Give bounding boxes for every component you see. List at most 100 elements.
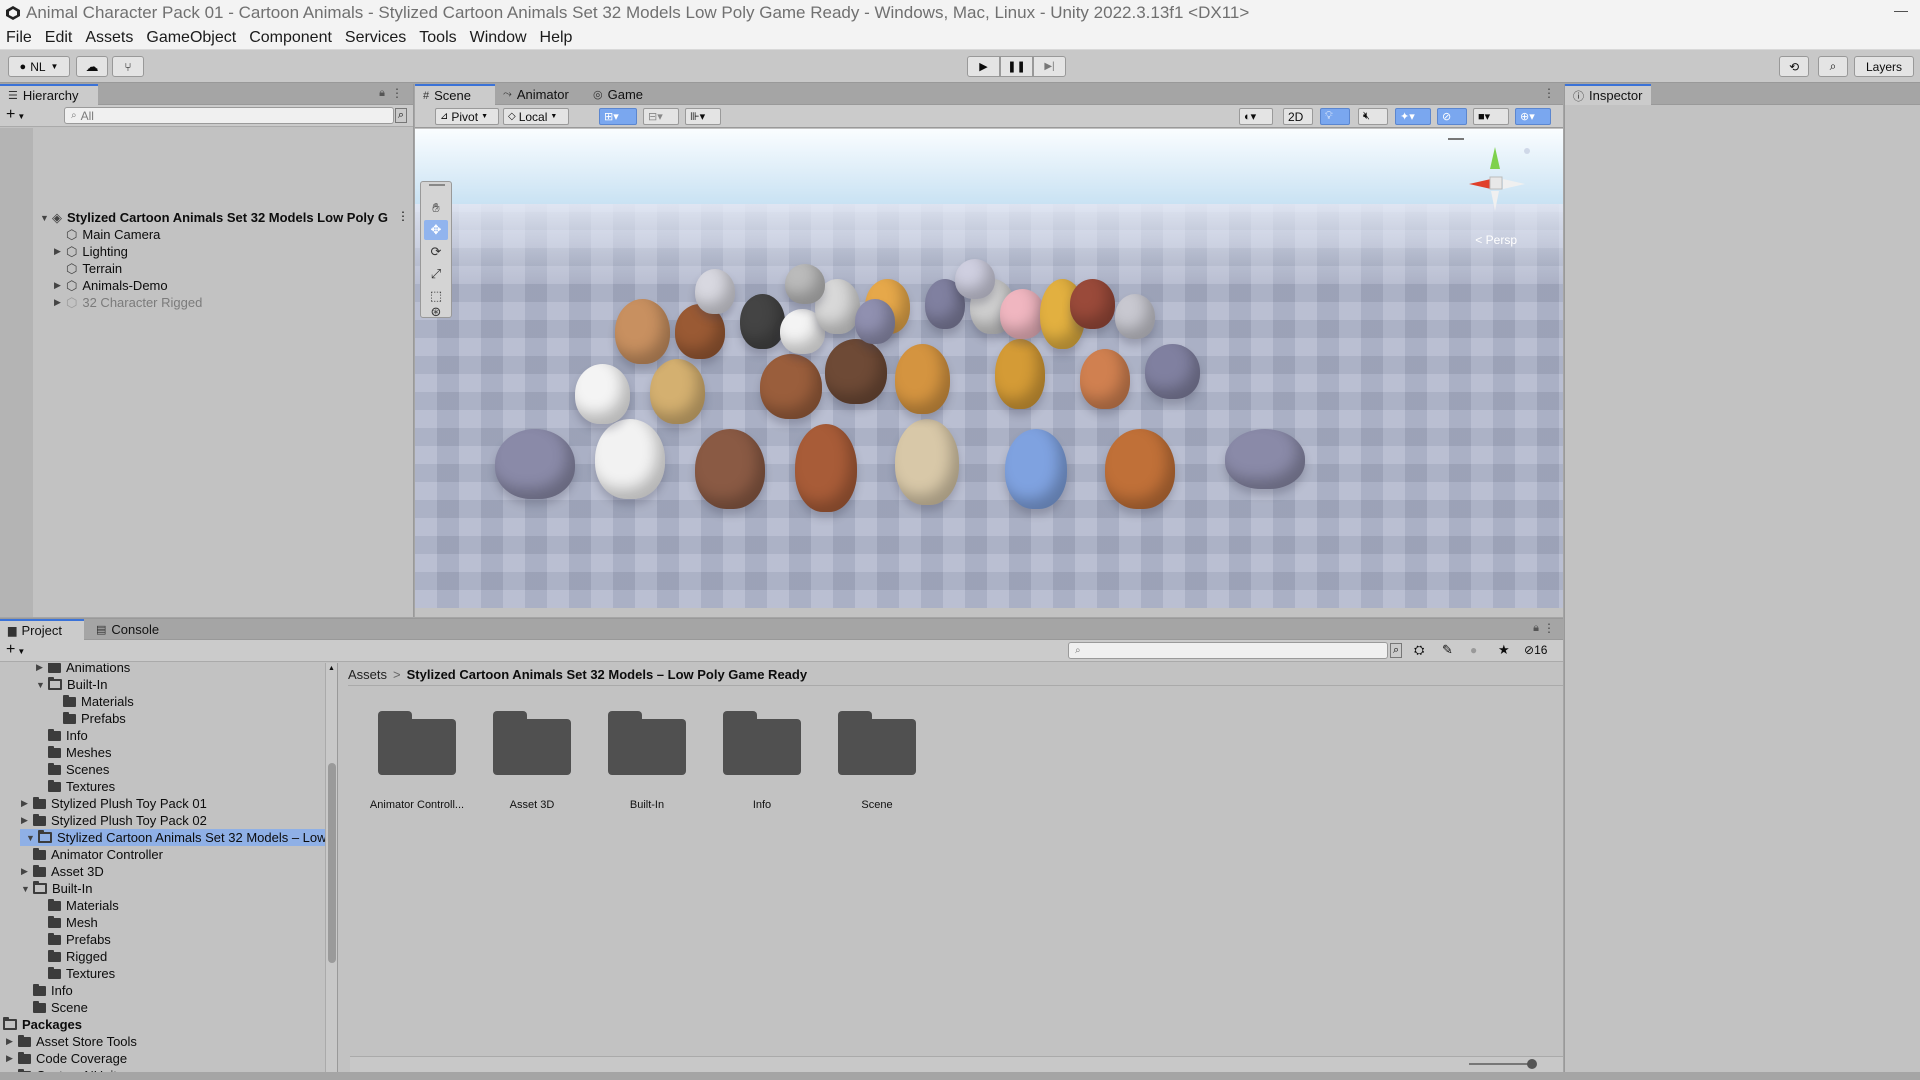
move-tool-button[interactable]: ✥ <box>424 220 448 240</box>
hierarchy-row[interactable]: ▶ ⬡ Lighting <box>54 243 128 260</box>
hierarchy-row[interactable]: ⬡ Terrain <box>54 260 122 277</box>
animal-model[interactable] <box>1000 289 1045 339</box>
expand-arrow-down-icon[interactable]: ▼ <box>26 833 38 843</box>
expand-arrow-right-icon[interactable]: ▶ <box>21 815 33 826</box>
expand-arrow-right-icon[interactable]: ▶ <box>54 280 66 291</box>
layers-dropdown[interactable]: Layers <box>1854 56 1914 77</box>
expand-arrow-right-icon[interactable]: ▶ <box>6 1036 18 1047</box>
project-tree-row[interactable]: ▶ Stylized Plush Toy Pack 02 <box>21 812 207 829</box>
expand-arrow-right-icon[interactable]: ▶ <box>6 1053 18 1064</box>
animal-model[interactable] <box>895 419 959 505</box>
project-tree-row[interactable]: Textures <box>48 778 115 795</box>
animal-model[interactable] <box>595 419 665 499</box>
camera-dropdown[interactable]: ■▾ <box>1473 108 1509 125</box>
animal-model[interactable] <box>695 429 765 509</box>
animal-model[interactable] <box>785 264 825 304</box>
hierarchy-row[interactable]: ▶ ⬡ Animals-Demo <box>54 277 168 294</box>
animal-model[interactable] <box>575 364 630 424</box>
search-by-type-icon[interactable]: ⌕ <box>1390 643 1403 658</box>
cloud-button[interactable]: ☁ <box>76 56 108 77</box>
animal-model[interactable] <box>650 359 705 424</box>
play-button[interactable]: ▶ <box>967 56 1000 77</box>
asset-folder-tile[interactable]: Info <box>712 711 812 811</box>
overlay-drag-handle[interactable] <box>429 184 445 186</box>
transform-tool-button[interactable]: ⊛ <box>424 302 448 322</box>
create-add-button[interactable]: + ▼ <box>6 106 25 124</box>
animal-model[interactable] <box>1070 279 1115 329</box>
hierarchy-search-input[interactable]: ⌕ All <box>64 107 394 124</box>
project-tree-row[interactable]: Prefabs <box>48 931 111 948</box>
animal-model[interactable] <box>495 429 575 499</box>
project-tree-row[interactable]: ▼Packages <box>3 1016 82 1033</box>
menu-assets[interactable]: Assets <box>85 29 133 47</box>
menu-gameobject[interactable]: GameObject <box>146 29 236 47</box>
breadcrumb-current[interactable]: Stylized Cartoon Animals Set 32 Models –… <box>407 667 807 682</box>
undo-history-button[interactable]: ⟲ <box>1779 56 1809 77</box>
breadcrumb-assets[interactable]: Assets <box>348 667 387 682</box>
kebab-menu-icon[interactable]: ⋮ <box>391 86 403 100</box>
project-tree-row[interactable]: Info <box>33 982 73 999</box>
animal-model[interactable] <box>895 344 950 414</box>
minimize-button[interactable]: — <box>1894 2 1908 18</box>
animal-model[interactable] <box>740 294 785 349</box>
tab-game[interactable]: ◎ Game <box>585 84 655 105</box>
account-dropdown[interactable]: ● NL ▼ <box>8 56 70 77</box>
expand-arrow-right-icon[interactable]: ▶ <box>21 866 33 877</box>
audio-toggle[interactable]: 🔇︎ <box>1358 108 1388 125</box>
project-tree-row[interactable]: ▶ Asset Store Tools <box>6 1033 137 1050</box>
scroll-up-arrow-icon[interactable]: ▲ <box>328 665 335 672</box>
expand-arrow-down-icon[interactable]: ▼ <box>40 213 52 223</box>
expand-arrow-right-icon[interactable]: ▶ <box>54 297 66 308</box>
expand-arrow-right-icon[interactable]: ▶ <box>36 663 48 673</box>
lighting-toggle[interactable]: 💡︎ <box>1320 108 1350 125</box>
animal-model[interactable] <box>855 299 895 344</box>
tab-hierarchy[interactable]: ☰ Hierarchy <box>0 84 98 105</box>
project-tree-row[interactable]: Materials <box>63 693 134 710</box>
mode-2d-toggle[interactable]: 2D <box>1283 108 1313 125</box>
animal-model[interactable] <box>1115 294 1155 339</box>
hierarchy-row[interactable]: ⬡ Main Camera <box>54 226 160 243</box>
icon-size-slider-thumb[interactable] <box>1527 1059 1537 1069</box>
filter-by-label-icon[interactable]: ✎ <box>1442 642 1453 658</box>
scene-visibility-toggle[interactable]: ⊘ <box>1437 108 1467 125</box>
asset-folder-tile[interactable]: Asset 3D <box>482 711 582 811</box>
expand-arrow-right-icon[interactable]: ▶ <box>21 798 33 809</box>
snap-increment-dropdown[interactable]: ⊟▾ <box>643 108 679 125</box>
tree-scrollbar-thumb[interactable] <box>328 763 336 963</box>
filter-log-icon[interactable]: ● <box>1470 643 1477 657</box>
project-tree-row[interactable]: ▼ Built-In <box>36 676 107 693</box>
tab-project[interactable]: ▆ Project <box>0 619 84 640</box>
tab-inspector[interactable]: ⓘ Inspector <box>1565 84 1651 105</box>
expand-arrow-down-icon[interactable]: ▼ <box>36 680 48 690</box>
pause-button[interactable]: ❚❚ <box>1000 56 1033 77</box>
animal-model[interactable] <box>795 424 857 512</box>
animal-model[interactable] <box>1145 344 1200 399</box>
favorite-star-icon[interactable]: ★ <box>1498 642 1510 658</box>
lock-icon[interactable]: 🔒︎ <box>379 87 385 100</box>
project-tree-row[interactable]: ▶ Animations <box>36 663 130 676</box>
project-tree-row[interactable]: Mesh <box>48 914 98 931</box>
effects-dropdown[interactable]: ✦▾ <box>1395 108 1431 125</box>
expand-arrow-right-icon[interactable]: ▶ <box>54 246 66 257</box>
gizmos-dropdown[interactable]: ⊕▾ <box>1515 108 1551 125</box>
animal-model[interactable] <box>760 354 822 419</box>
asset-folder-tile[interactable]: Built-In <box>597 711 697 811</box>
search-by-type-icon[interactable]: ⌕ <box>394 108 407 123</box>
local-dropdown[interactable]: ◇ Local ▼ <box>503 108 569 125</box>
kebab-menu-icon[interactable]: ⋮ <box>1543 621 1555 635</box>
animal-model[interactable] <box>955 259 995 299</box>
pivot-dropdown[interactable]: ⊿ Pivot ▼ <box>435 108 499 125</box>
scale-tool-button[interactable]: ⤢ <box>424 264 448 284</box>
project-tree-row[interactable]: ▼ Stylized Cartoon Animals Set 32 Models … <box>20 829 337 846</box>
animal-model[interactable] <box>1005 429 1067 509</box>
animal-model[interactable] <box>615 299 670 364</box>
project-tree-row[interactable]: Scenes <box>48 761 109 778</box>
tree-scrollbar[interactable]: ▲ ▼ <box>325 663 337 1080</box>
project-tree-row[interactable]: ▶ Stylized Plush Toy Pack 01 <box>21 795 207 812</box>
hierarchy-row[interactable]: ▼ ◈ Stylized Cartoon Animals Set 32 Models… <box>40 209 388 226</box>
step-button[interactable]: ▶| <box>1033 56 1066 77</box>
project-tree-row[interactable]: Meshes <box>48 744 112 761</box>
tab-console[interactable]: ▤ Console <box>88 619 172 640</box>
menu-edit[interactable]: Edit <box>45 29 73 47</box>
perspective-label[interactable]: < Persp <box>1475 233 1517 247</box>
